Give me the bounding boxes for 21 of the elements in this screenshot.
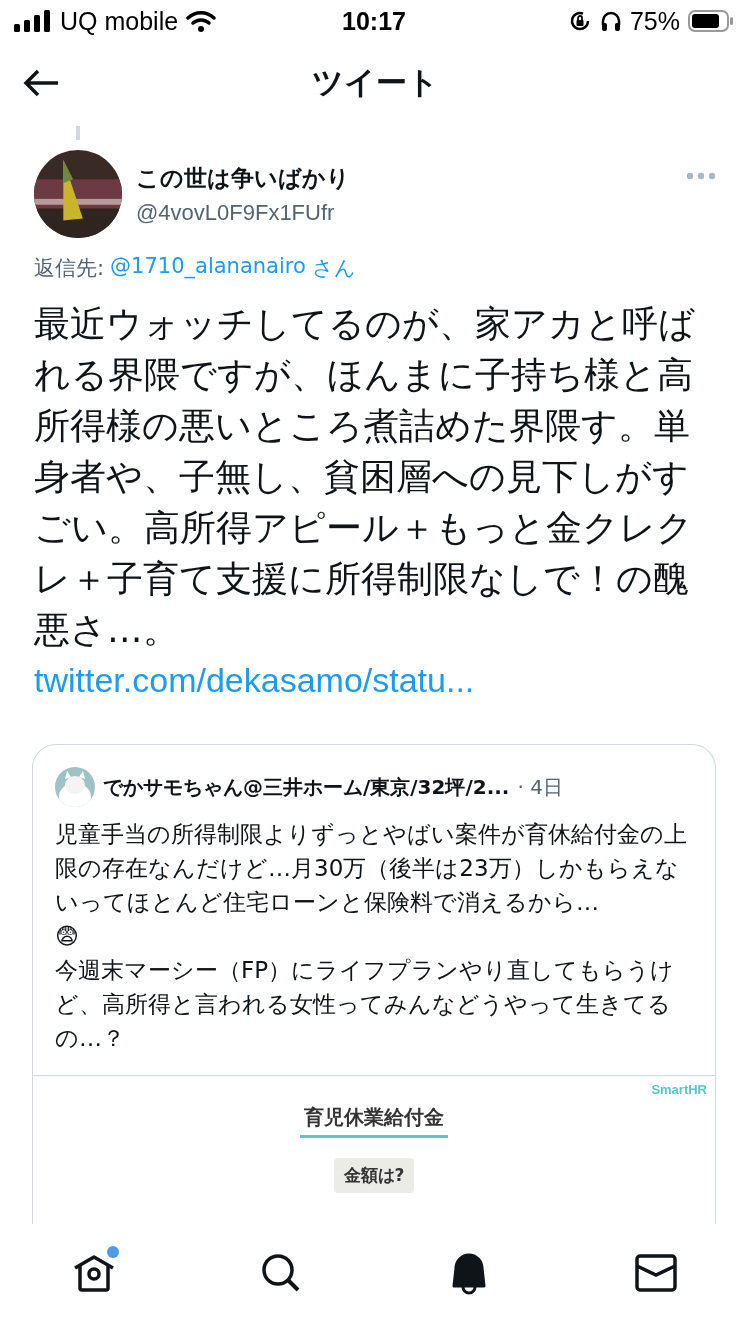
reply-suffix: さん	[311, 255, 356, 282]
brand-label: SmartHR	[651, 1082, 707, 1097]
slide-label: 金額は?	[333, 1158, 415, 1193]
battery-percent: 75%	[629, 6, 680, 36]
author-handle[interactable]: @4vovL0F9Fx1FUfr	[136, 199, 672, 226]
quoted-author-name: でかサモちゃん@三井ホーム/東京/32坪/2...	[103, 773, 510, 801]
quoted-tweet-text: 児童手当の所得制限よりずっとやばい案件が育休給付金の上限の存在なんだけど…月30万（後半は23万）しかもらえないってほとんど住宅ローンと保険料で消えるから… 😨 今週末マーシー（FP）にライフプランやり直してもらうけど、高所得と言われる女性ってみんなどうやって生きてるの…？	[55, 820, 688, 1053]
reply-label: 返信先:	[34, 255, 105, 282]
slide-title: 育児休業給付金	[300, 1104, 448, 1138]
carrier-name: UQ mobile	[60, 6, 179, 36]
back-button[interactable]	[22, 68, 60, 98]
battery-icon	[688, 9, 734, 33]
page-title: ツイート	[311, 63, 439, 102]
quoted-time: · 4日	[517, 773, 563, 801]
signal-icon	[14, 10, 52, 32]
author-name[interactable]: この世は争いばかり	[136, 162, 672, 194]
tweet-text: 最近ウォッチしてるのが、家アカと呼ばれる界隈ですが、ほんまに子持ち様と高所得様の悪いところ煮詰めた界隈す。単身者や、子無し、貧困層への見下しがすごい。高所得アピール＋もっと金クレクレ＋子育て支援に所得制限なしで！の醜悪さ…。	[34, 302, 696, 652]
headphones-icon	[599, 9, 622, 33]
status-time: 10:17	[342, 6, 406, 36]
wifi-icon	[186, 10, 217, 32]
quoted-tweet-card[interactable]: でかサモちゃん@三井ホーム/東京/32坪/2... · 4日 児童手当の所得制限よりずっとやばい案件が育休給付金の上限の存在なんだけど…月30万（後半は23万）しかもらえないってほとんど住宅ローンと保険料で消えるから… 😨 今週末マーシー（FP）にライフプランやり直してもらうけど、高所得と言われる女性ってみんなどうやって生きてるの…？ SmartHR 育児休業給付金 金額は?	[32, 744, 716, 1224]
